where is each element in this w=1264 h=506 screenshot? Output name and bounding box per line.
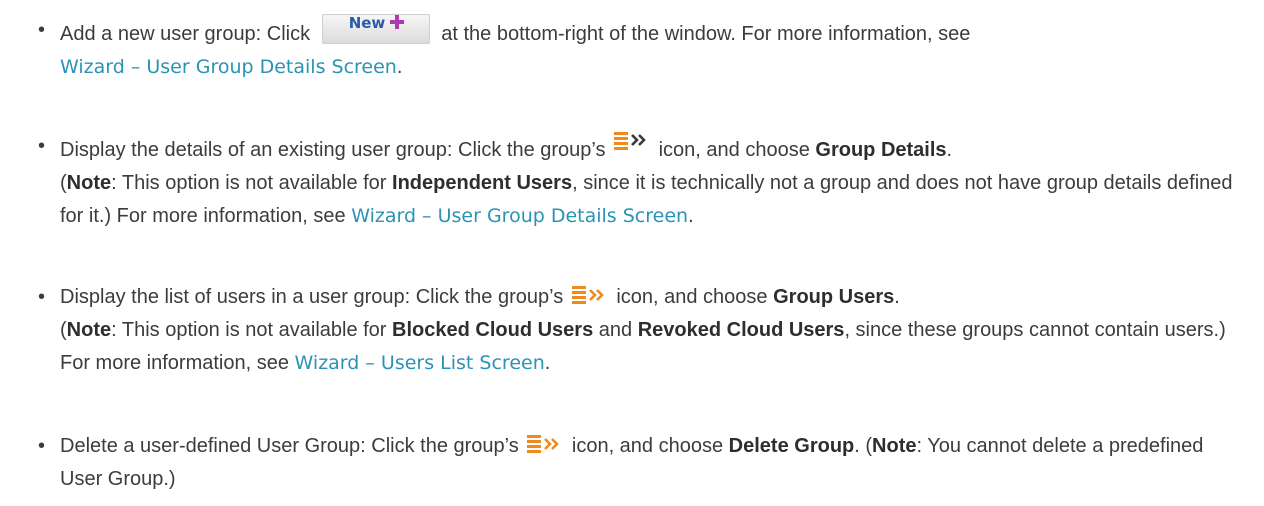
- item-text: icon, and choose: [616, 286, 768, 308]
- item-text: : This option is not available for: [111, 172, 387, 194]
- actions-menu-icon: [527, 435, 560, 453]
- actions-menu-icon: [571, 286, 604, 304]
- item-text: : This option is not available for: [111, 319, 387, 341]
- new-button-label: New: [348, 14, 386, 32]
- item-text: Display the details of an existing user …: [60, 139, 606, 161]
- actions-menu-icon: [614, 132, 646, 150]
- punctuation: .: [544, 352, 551, 374]
- bullet: •: [38, 135, 46, 157]
- punctuation: .: [396, 56, 403, 78]
- item-text: icon, and choose: [658, 139, 810, 161]
- item-text: Delete a user-defined User Group: Click …: [60, 435, 519, 457]
- new-button-illustration: New: [321, 14, 430, 44]
- item-text: Display the list of users in a user grou…: [60, 286, 564, 308]
- group-name-blocked-cloud-users: Blocked Cloud Users: [392, 319, 594, 341]
- item-text: Add a new user group: Click: [60, 23, 311, 45]
- punctuation: (: [60, 172, 67, 194]
- plus-icon: [389, 15, 404, 29]
- group-name-revoked-cloud-users: Revoked Cloud Users: [637, 319, 845, 341]
- users-list-link[interactable]: Wizard – Users List Screen: [295, 352, 545, 374]
- list-item-text: Display the list of users in a user grou…: [60, 281, 1250, 380]
- punctuation: .: [688, 205, 694, 227]
- note-label: Note: [66, 319, 112, 341]
- user-group-details-link[interactable]: Wizard – User Group Details Screen: [60, 56, 397, 78]
- punctuation: (: [60, 319, 67, 341]
- item-text: icon, and choose: [571, 435, 724, 457]
- menu-option-delete-group: Delete Group: [728, 435, 855, 457]
- menu-option-group-users: Group Users: [773, 286, 895, 308]
- item-text: at the bottom-right of the window. For m…: [441, 23, 971, 45]
- list-item-text: Add a new user group: Click New at the b…: [60, 14, 1250, 84]
- list-item-text: Display the details of an existing user …: [60, 130, 1250, 233]
- user-group-details-link[interactable]: Wizard – User Group Details Screen: [351, 205, 688, 227]
- bullet: •: [38, 19, 46, 41]
- list-item-text: Delete a user-defined User Group: Click …: [60, 430, 1250, 496]
- menu-option-group-details: Group Details: [815, 139, 947, 161]
- punctuation: .: [946, 139, 953, 161]
- punctuation: .: [854, 435, 860, 457]
- punctuation: .: [894, 286, 900, 308]
- bullet: •: [38, 286, 46, 308]
- bullet: •: [38, 435, 46, 457]
- group-name-independent-users: Independent Users: [392, 172, 573, 194]
- note-label: Note: [66, 172, 112, 194]
- note-label: Note: [872, 435, 917, 457]
- item-text: and: [598, 319, 633, 341]
